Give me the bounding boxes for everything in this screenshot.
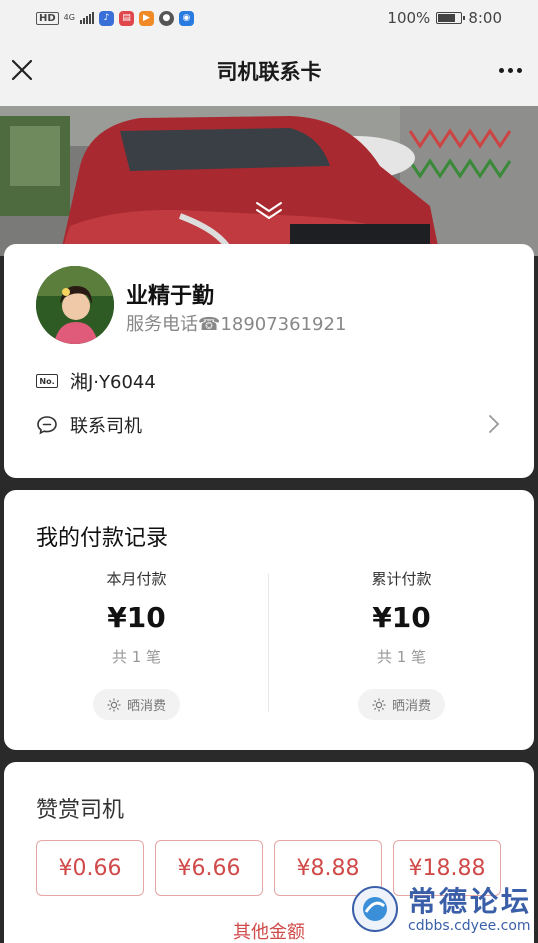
driver-phone[interactable]: 服务电话☎18907361921 [126, 310, 346, 336]
total-payment-amount: ¥10 [372, 601, 431, 634]
forum-logo-icon [352, 886, 398, 932]
plate-number: 湘J·Y6044 [70, 372, 156, 393]
close-icon[interactable] [8, 56, 36, 84]
watermark-text: 常德论坛 [408, 885, 533, 918]
reward-amount-button[interactable]: ¥6.66 [155, 840, 263, 896]
status-bar: HD 4G ♪ ▤ ▶ ● ◉ 100% 8:00 [0, 0, 538, 36]
avatar[interactable] [36, 266, 114, 344]
driver-name: 业精于勤 [126, 284, 215, 309]
sun-icon [372, 698, 386, 711]
payment-records-title: 我的付款记录 [36, 526, 169, 551]
chevron-right-icon [489, 415, 500, 433]
navigation-bar: 司机联系卡 [0, 36, 538, 106]
contact-driver-label: 联系司机 [70, 416, 142, 437]
more-icon[interactable] [499, 58, 522, 82]
share-label: 晒消费 [391, 699, 431, 714]
video-app-icon: ▶ [138, 10, 154, 26]
page-title: 司机联系卡 [216, 60, 322, 84]
total-payment-count: 共 1 笔 [376, 648, 427, 666]
share-consumption-button[interactable]: 晒消费 [92, 689, 180, 720]
car-photo-illustration [0, 106, 538, 256]
status-bar-left: HD 4G ♪ ▤ ▶ ● ◉ [36, 10, 194, 26]
payment-records-card: 我的付款记录 本月付款 ¥10 共 1 笔 晒消费 累计付款 ¥10 共 1 笔… [4, 490, 534, 750]
plate-row: No. 湘J·Y6044 [36, 368, 156, 394]
chevron-down-icon[interactable] [254, 200, 284, 220]
month-payment-amount: ¥10 [107, 601, 166, 634]
month-payment-label: 本月付款 [106, 570, 167, 588]
sun-icon [107, 698, 121, 711]
hd-badge: HD [36, 11, 59, 25]
avatar-image [36, 266, 114, 344]
contact-driver-row[interactable]: 联系司机 [36, 412, 142, 438]
car-photo [0, 106, 538, 256]
battery-icon [436, 12, 466, 24]
message-app-icon: ● [158, 10, 174, 26]
bulb-app-icon: ◉ [178, 10, 194, 26]
clock: 8:00 [468, 9, 502, 27]
battery-percent: 100% [387, 9, 431, 27]
chat-bubble-icon [37, 416, 57, 435]
reward-driver-title: 赞赏司机 [36, 798, 125, 823]
total-payment-label: 累计付款 [371, 570, 432, 588]
share-label: 晒消费 [126, 699, 166, 714]
status-bar-right: 100% 8:00 [387, 9, 502, 27]
month-payment-count: 共 1 笔 [111, 648, 162, 666]
network-type: 4G [63, 13, 75, 22]
signal-icon [79, 12, 94, 24]
share-consumption-button[interactable]: 晒消费 [357, 689, 445, 720]
driver-card: 业精于勤 服务电话☎18907361921 No. 湘J·Y6044 联系司机 [4, 244, 534, 478]
reward-amount-button[interactable]: ¥0.66 [36, 840, 144, 896]
watermark-url: cdbbs.cdyee.com [408, 918, 531, 934]
month-payment-column: 本月付款 ¥10 共 1 笔 晒消费 [4, 568, 269, 720]
music-app-icon: ♪ [98, 10, 114, 26]
total-payment-column: 累计付款 ¥10 共 1 笔 晒消费 [269, 568, 534, 720]
license-plate-icon: No. [36, 374, 58, 388]
forum-watermark: 常德论坛 cdbbs.cdyee.com [350, 880, 538, 943]
book-app-icon: ▤ [118, 10, 134, 26]
